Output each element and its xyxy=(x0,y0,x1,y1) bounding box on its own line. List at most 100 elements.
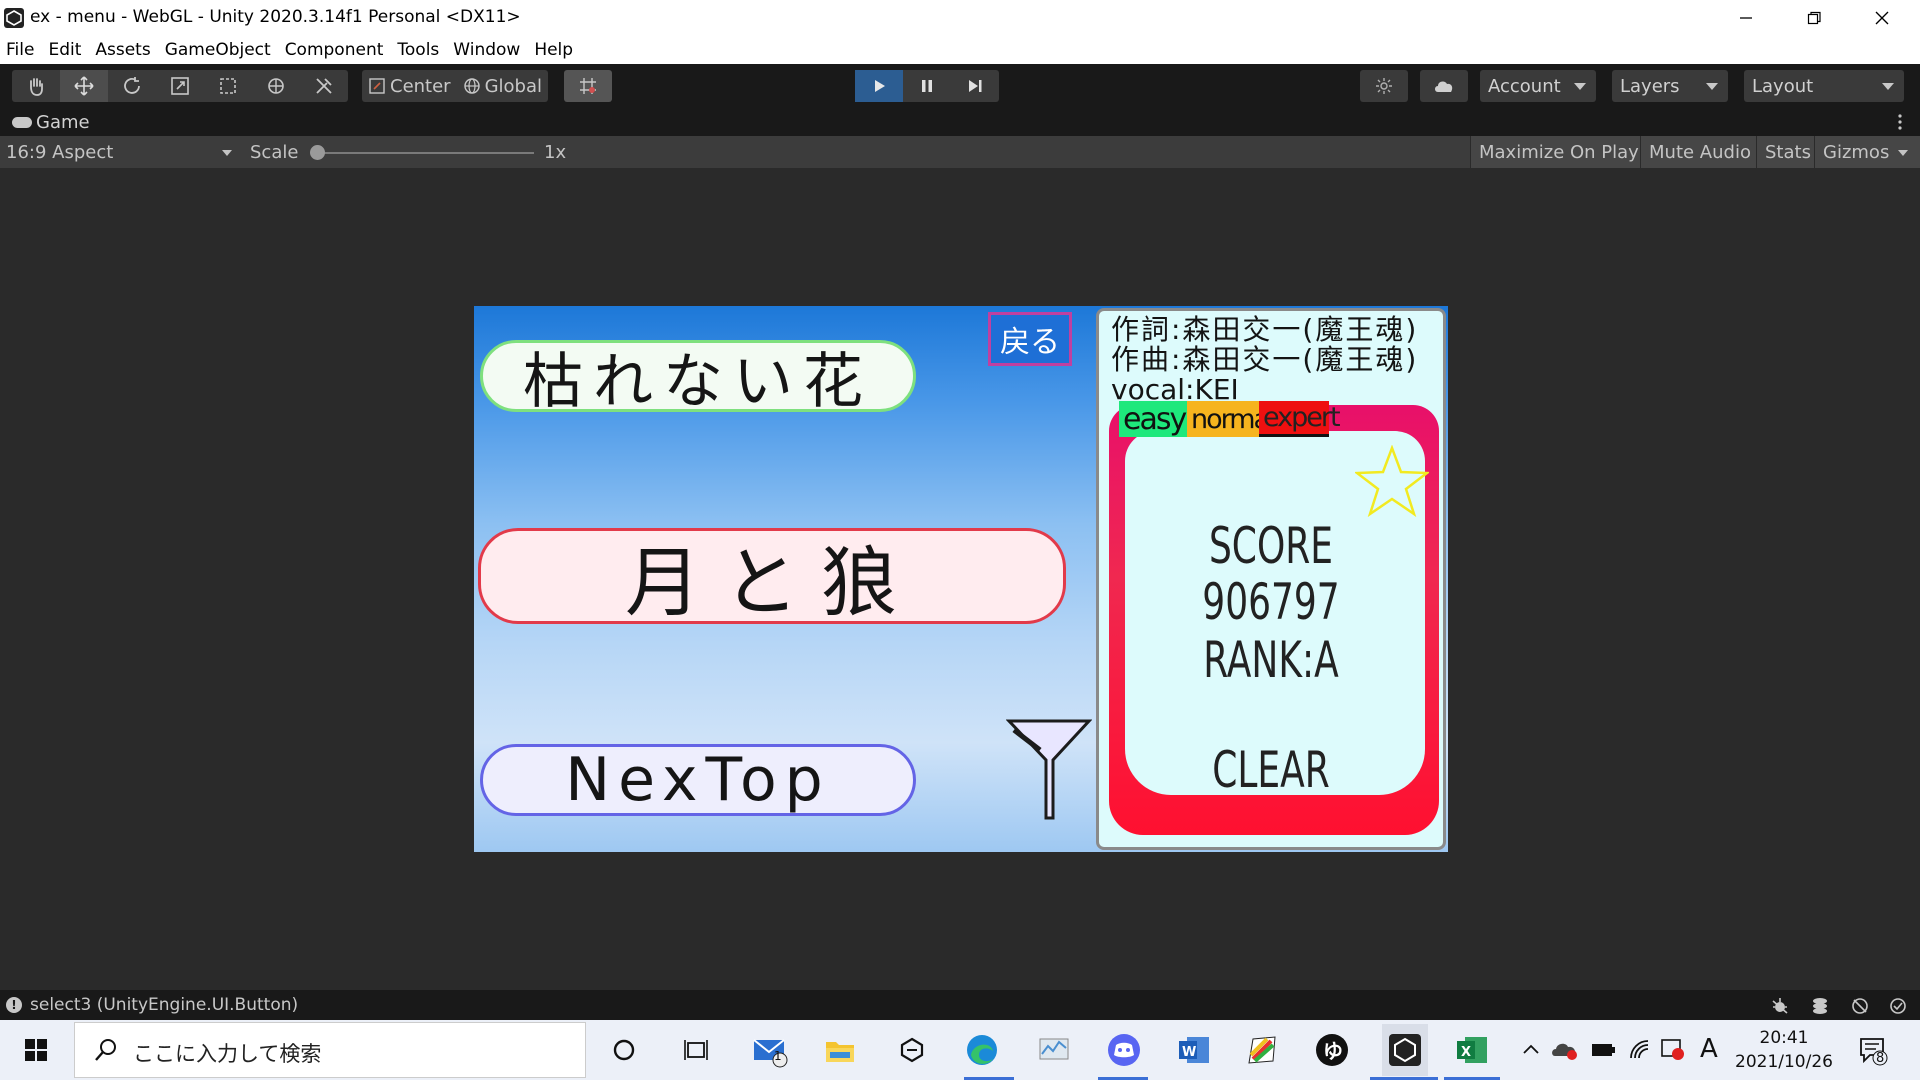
network-icon[interactable] xyxy=(1850,996,1870,1016)
scale-value: 1x xyxy=(544,142,567,163)
onedrive-icon[interactable] xyxy=(1550,1038,1580,1062)
discord-icon[interactable] xyxy=(1104,1030,1144,1070)
mute-audio-toggle[interactable]: Mute Audio xyxy=(1640,136,1759,168)
hand-tool-icon[interactable] xyxy=(12,70,60,102)
globe-icon xyxy=(463,78,480,94)
performance-monitor-icon[interactable] xyxy=(1034,1030,1074,1070)
difficulty-tab-easy[interactable]: easy xyxy=(1119,401,1187,437)
cloud-icon xyxy=(1420,70,1468,102)
difficulty-tab-expert[interactable]: expert xyxy=(1259,401,1341,437)
score-label: SCORE xyxy=(1208,517,1334,575)
move-tool-icon[interactable] xyxy=(60,70,108,102)
game-tab-header: Game xyxy=(0,108,1920,136)
maximize-on-play-toggle[interactable]: Maximize On Play xyxy=(1470,136,1647,168)
excel-icon[interactable]: X xyxy=(1452,1030,1492,1070)
menu-window[interactable]: Window xyxy=(453,40,520,60)
yukkuri-app-icon[interactable]: ゆ xyxy=(1312,1030,1352,1070)
bug-icon[interactable] xyxy=(1770,996,1790,1016)
taskbar-search-box[interactable]: ここに入力して検索 xyxy=(74,1022,586,1078)
collab-button[interactable] xyxy=(1360,70,1408,102)
chevron-down-icon xyxy=(1574,83,1586,90)
title-bar: ex - menu - WebGL - Unity 2020.3.14f1 Pe… xyxy=(0,0,1920,36)
unity-app-icon xyxy=(4,8,24,28)
filter-icon[interactable] xyxy=(1006,718,1092,822)
more-options-icon[interactable] xyxy=(1898,114,1902,130)
ime-indicator[interactable]: A xyxy=(1700,1034,1718,1064)
info-icon: ! xyxy=(6,997,22,1013)
unity-editor-icon[interactable] xyxy=(1382,1024,1428,1076)
difficulty-tabs: easy normal expert xyxy=(1119,401,1341,437)
stats-toggle[interactable]: Stats xyxy=(1756,136,1819,168)
tab-game[interactable]: Game xyxy=(36,112,90,133)
paint-app-icon[interactable] xyxy=(1242,1030,1282,1070)
layout-dropdown[interactable]: Layout xyxy=(1744,70,1904,102)
score-value: 906797 xyxy=(1202,573,1340,631)
svg-text:W: W xyxy=(1182,1045,1196,1060)
status-bar: ! select3 (UnityEngine.UI.Button) xyxy=(0,990,1920,1020)
pivot-global-toggle[interactable]: Global xyxy=(457,70,548,102)
playmode-controls xyxy=(855,70,999,102)
layers-dropdown[interactable]: Layers xyxy=(1612,70,1728,102)
account-dropdown[interactable]: Account xyxy=(1480,70,1596,102)
svg-text:ゆ: ゆ xyxy=(1323,1039,1343,1063)
menu-file[interactable]: File xyxy=(6,40,34,60)
scale-slider-track[interactable] xyxy=(316,152,534,154)
restore-button[interactable] xyxy=(1780,0,1848,36)
menu-assets[interactable]: Assets xyxy=(95,40,150,60)
tray-expand-icon[interactable] xyxy=(1522,1042,1540,1056)
progress-icon[interactable] xyxy=(1888,996,1908,1016)
status-message[interactable]: select3 (UnityEngine.UI.Button) xyxy=(30,995,298,1015)
song-button-karenai-hana[interactable]: 枯れない花 xyxy=(480,340,916,417)
search-icon xyxy=(95,1039,116,1061)
scale-slider-handle[interactable] xyxy=(310,145,325,160)
minimize-button[interactable] xyxy=(1712,0,1780,36)
game-options-bar: 16:9 Aspect Scale 1x Maximize On Play Mu… xyxy=(0,136,1920,168)
unity-hub-icon[interactable] xyxy=(892,1030,932,1070)
back-button[interactable]: 戻る xyxy=(988,312,1072,366)
rect-tool-icon[interactable] xyxy=(204,70,252,102)
step-icon[interactable] xyxy=(951,70,999,102)
mail-icon[interactable]: 1 xyxy=(750,1030,790,1070)
file-explorer-icon[interactable] xyxy=(820,1030,860,1070)
lyricist-credit: 作詞:森田交一(魔王魂) xyxy=(1111,313,1419,346)
windows-taskbar: ここに入力して検索 1 W ゆ X A 20:41 2021/10/26 8 xyxy=(0,1020,1920,1080)
wifi-icon[interactable] xyxy=(1628,1038,1652,1062)
close-button[interactable] xyxy=(1848,0,1916,36)
edge-browser-icon[interactable] xyxy=(962,1030,1002,1070)
chevron-down-icon[interactable] xyxy=(1898,150,1908,156)
rotate-tool-icon[interactable] xyxy=(108,70,156,102)
battery-icon[interactable] xyxy=(1590,1040,1616,1060)
play-icon[interactable] xyxy=(855,70,903,102)
pause-icon[interactable] xyxy=(903,70,951,102)
song-button-tsuki-to-ookami[interactable]: 月と狼 xyxy=(478,528,1066,627)
lighting-icon[interactable] xyxy=(1810,996,1830,1016)
menu-gameobject[interactable]: GameObject xyxy=(165,40,271,60)
composer-credit: 作曲:森田交一(魔王魂) xyxy=(1111,343,1419,376)
custom-tool-icon[interactable] xyxy=(300,70,348,102)
task-view-icon[interactable] xyxy=(676,1030,716,1070)
game-viewport: 枯れない花 月と狼 NexTop 戻る 作詞:森田交一(魔王魂) 作曲:森田交一… xyxy=(0,168,1920,990)
pivot-center-toggle[interactable]: Center xyxy=(362,70,457,102)
search-placeholder: ここに入力して検索 xyxy=(133,1042,322,1066)
scale-tool-icon[interactable] xyxy=(156,70,204,102)
rank-text: RANK:A xyxy=(1203,631,1339,689)
aspect-dropdown[interactable]: 16:9 Aspect xyxy=(6,142,113,163)
menu-edit[interactable]: Edit xyxy=(48,40,81,60)
cloud-button[interactable] xyxy=(1420,70,1468,102)
cortana-icon[interactable] xyxy=(604,1030,644,1070)
pivot-toggles: Center Global xyxy=(362,70,549,102)
transform-tool-icon[interactable] xyxy=(252,70,300,102)
song-button-nextop[interactable]: NexTop xyxy=(480,744,916,816)
scale-label: Scale xyxy=(250,142,299,163)
taskbar-clock[interactable]: 20:41 2021/10/26 xyxy=(1724,1026,1844,1074)
grid-snap-icon xyxy=(564,70,612,102)
volume-icon[interactable] xyxy=(1660,1038,1686,1062)
windows-start-icon[interactable] xyxy=(16,1030,56,1070)
menu-tools[interactable]: Tools xyxy=(397,40,439,60)
menu-component[interactable]: Component xyxy=(285,40,384,60)
menu-help[interactable]: Help xyxy=(534,40,573,60)
grid-snap-button[interactable] xyxy=(564,70,612,102)
difficulty-tab-normal[interactable]: normal xyxy=(1187,401,1276,437)
chevron-down-icon xyxy=(1882,83,1894,90)
word-icon[interactable]: W xyxy=(1174,1030,1214,1070)
